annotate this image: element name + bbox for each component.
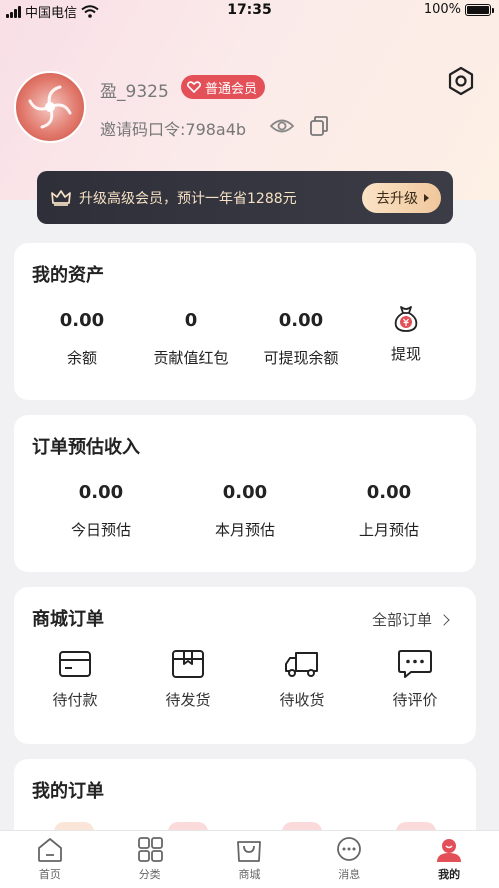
- tab-mine-label: 我的: [438, 868, 461, 881]
- tab-messages-label: 消息: [338, 868, 361, 881]
- month-estimate-label: 本月预估: [214, 521, 275, 539]
- balance-stat[interactable]: 0.00 余额: [32, 310, 132, 368]
- last-month-estimate-stat[interactable]: 0.00 上月预估: [339, 482, 439, 540]
- status-bar: 中国电信 17:35 100%: [0, 0, 499, 22]
- all-orders-link[interactable]: 全部订单: [371, 609, 450, 630]
- month-estimate-stat[interactable]: 0.00 本月预估: [195, 482, 295, 540]
- pending-receipt-label: 待收货: [279, 691, 325, 709]
- tab-category-label: 分类: [138, 868, 161, 881]
- crown-icon: [51, 190, 71, 206]
- withdrawable-balance-stat[interactable]: 0.00 可提现余额: [246, 310, 356, 368]
- assets-card: 我的资产 0.00 余额 0 贡献值红包 0.00 可提现余额 提现: [14, 243, 476, 400]
- estimated-income-title: 订单预估收入: [32, 437, 140, 458]
- tab-category[interactable]: 分类: [100, 831, 200, 888]
- pending-shipment-button[interactable]: 待发货: [143, 649, 233, 710]
- last-month-estimate-label: 上月预估: [358, 521, 419, 539]
- withdrawable-value: 0.00: [278, 310, 324, 331]
- tab-mall-label: 商城: [238, 868, 261, 881]
- card-payment-icon: [59, 651, 91, 677]
- assets-title: 我的资产: [32, 265, 104, 286]
- money-bag-icon: [394, 306, 418, 332]
- withdraw-label: 提现: [390, 345, 421, 363]
- triangle-right-icon: [424, 193, 429, 202]
- balance-value: 0.00: [59, 310, 105, 331]
- today-estimate-label: 今日预估: [70, 521, 131, 539]
- contribution-value: 0: [184, 310, 198, 331]
- shopping-bag-icon: [237, 841, 262, 862]
- copy-icon[interactable]: [309, 115, 329, 137]
- chat-bubble-icon: [398, 650, 432, 678]
- upgrade-button[interactable]: 去升级: [362, 182, 441, 213]
- pending-payment-button[interactable]: 待付款: [30, 649, 120, 710]
- mall-orders-title: 商城订单: [32, 609, 104, 630]
- mall-orders-card: 商城订单 全部订单 待付款 待发货 待收货 待评价: [14, 587, 476, 744]
- message-icon: [337, 837, 362, 861]
- pending-receipt-button[interactable]: 待收货: [257, 649, 347, 710]
- pending-review-label: 待评价: [392, 691, 438, 709]
- box-icon: [172, 650, 204, 678]
- settings-gear-icon[interactable]: [446, 66, 476, 96]
- my-orders-title: 我的订单: [32, 781, 104, 802]
- avatar-swirl-icon: [28, 85, 72, 129]
- username: 盈_9325: [100, 82, 169, 102]
- member-level-label: 普通会员: [205, 81, 258, 97]
- heart-icon: [187, 81, 201, 93]
- delivery-truck-icon: [285, 652, 318, 677]
- upgrade-membership-banner[interactable]: 升级高级会员，预计一年省1288元 去升级: [37, 171, 453, 224]
- all-orders-label: 全部订单: [371, 611, 432, 629]
- grid-icon: [137, 837, 163, 862]
- upgrade-button-label: 去升级: [376, 190, 418, 207]
- avatar[interactable]: [14, 71, 86, 143]
- withdrawable-label: 可提现余额: [263, 349, 339, 367]
- invite-code: 邀请码口令:798a4b: [100, 120, 247, 139]
- month-estimate-value: 0.00: [222, 482, 268, 503]
- battery-percentage: 100%: [423, 2, 461, 17]
- contribution-label: 贡献值红包: [153, 349, 229, 367]
- withdraw-button[interactable]: 提现: [366, 303, 446, 364]
- bottom-tab-bar: 首页 分类 商城 消息 我的: [0, 830, 499, 888]
- upgrade-text: 升级高级会员，预计一年省1288元: [79, 190, 297, 207]
- tab-home-label: 首页: [38, 868, 61, 881]
- tab-mine[interactable]: 我的: [399, 831, 499, 888]
- tab-home[interactable]: 首页: [0, 831, 100, 888]
- contribution-redpacket-stat[interactable]: 0 贡献值红包: [136, 310, 246, 368]
- pending-review-button[interactable]: 待评价: [370, 649, 460, 710]
- today-estimate-value: 0.00: [78, 482, 124, 503]
- pending-shipment-label: 待发货: [165, 691, 211, 709]
- eye-icon[interactable]: [270, 116, 294, 136]
- today-estimate-stat[interactable]: 0.00 今日预估: [51, 482, 151, 540]
- pending-payment-label: 待付款: [52, 691, 98, 709]
- chevron-right-icon: [438, 613, 450, 626]
- user-profile-icon: [437, 839, 462, 862]
- estimated-income-card: 订单预估收入 0.00 今日预估 0.00 本月预估 0.00 上月预估: [14, 415, 476, 572]
- home-icon: [37, 838, 62, 862]
- balance-label: 余额: [66, 349, 97, 367]
- last-month-estimate-value: 0.00: [366, 482, 412, 503]
- member-level-badge[interactable]: 普通会员: [181, 75, 266, 99]
- tab-mall[interactable]: 商城: [200, 831, 300, 888]
- battery-icon: [465, 3, 494, 16]
- tab-messages[interactable]: 消息: [299, 831, 399, 888]
